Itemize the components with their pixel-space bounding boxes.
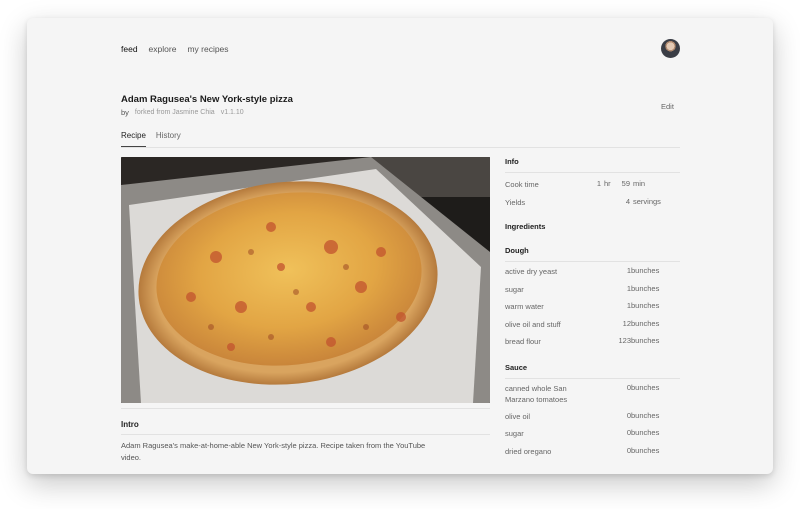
ingredient-section-sauce: Sauce canned whole San Marzano tomatoes … xyxy=(505,363,680,460)
ingredient-row: active dry yeast 1 bunches xyxy=(505,262,680,280)
byline-by: by xyxy=(121,108,129,117)
ingredient-row: canned whole San Marzano tomatoes 0 bunc… xyxy=(505,379,680,407)
ingredient-row: warm water 1 bunches xyxy=(505,297,680,315)
user-avatar[interactable] xyxy=(661,39,680,58)
ingredient-row: bread flour 123 bunches xyxy=(505,332,680,350)
nav-my-recipes[interactable]: my recipes xyxy=(187,44,228,54)
info-section: Info Cook time 1 hr 59 min Yields 4 serv… xyxy=(505,157,680,210)
yields-value: 4 xyxy=(625,196,630,206)
ingredient-row: sugar 1 bunches xyxy=(505,280,680,298)
ingredient-unit: bunches xyxy=(631,318,660,328)
recipe-photo xyxy=(121,157,490,403)
intro-heading: Intro xyxy=(121,408,490,429)
recipe-title: Adam Ragusea's New York-style pizza xyxy=(121,94,293,105)
ingredient-name: canned whole San Marzano tomatoes xyxy=(505,383,568,404)
ingredient-name: sugar xyxy=(505,429,524,438)
ingredient-row: olive oil and stuff 12 bunches xyxy=(505,315,680,333)
info-heading: Info xyxy=(505,157,519,166)
yields-unit: servings xyxy=(633,196,661,206)
yields-row: Yields 4 servings xyxy=(505,193,680,211)
yields-label: Yields xyxy=(505,197,526,207)
ingredient-unit: bunches xyxy=(631,428,660,437)
sauce-heading: Sauce xyxy=(505,362,528,372)
recipe-sidebar: Info Cook time 1 hr 59 min Yields 4 serv… xyxy=(505,157,680,474)
nav-feed[interactable]: feed xyxy=(121,44,138,54)
tab-history[interactable]: History xyxy=(156,131,181,147)
divider xyxy=(505,172,680,173)
ingredient-unit: bunches xyxy=(631,301,660,310)
ingredient-row: olive oil 0 bunches xyxy=(505,407,680,425)
ingredient-section-dough: Dough active dry yeast 1 bunches sugar 1… xyxy=(505,246,680,350)
ingredient-unit: bunches xyxy=(631,266,660,275)
top-nav: feed explore my recipes xyxy=(121,44,229,54)
cook-time-label: Cook time xyxy=(505,180,539,189)
version-label: v1.1.10 xyxy=(220,109,244,116)
cook-time-minutes: 59 xyxy=(621,179,630,188)
ingredient-qty: 12 xyxy=(622,318,631,328)
ingredient-qty: 123 xyxy=(618,336,631,345)
ingredients-heading: Ingredients xyxy=(505,222,546,231)
forked-from-link[interactable]: forked from Jasmine Chia xyxy=(135,109,215,116)
ingredient-unit: bunches xyxy=(631,410,660,420)
ingredient-row: dried oregano 0 bunches xyxy=(505,442,680,460)
nav-explore[interactable]: explore xyxy=(149,44,177,54)
ingredient-unit: bunches xyxy=(631,283,660,293)
ingredient-unit: bunches xyxy=(631,445,660,455)
byline: by forked from Jasmine Chia v1.1.10 xyxy=(121,108,244,117)
ingredient-name: warm water xyxy=(505,302,544,311)
recipe-tabs: Recipe History xyxy=(121,131,680,148)
cook-time-minutes-unit: min xyxy=(633,179,646,188)
dough-heading: Dough xyxy=(505,246,529,255)
cook-time-row: Cook time 1 hr 59 min xyxy=(505,175,680,193)
ingredient-name: bread flour xyxy=(505,337,541,346)
ingredient-unit: bunches xyxy=(631,382,660,392)
ingredient-name: dried oregano xyxy=(505,446,552,456)
intro-text: Adam Ragusea's make-at-home-able New Yor… xyxy=(121,441,426,462)
ingredient-unit: bunches xyxy=(631,336,660,345)
intro-divider xyxy=(121,434,490,435)
ingredient-row: sugar 0 bunches xyxy=(505,424,680,442)
ingredient-name: active dry yeast xyxy=(505,267,558,276)
cook-time-hours-unit: hr xyxy=(604,179,611,188)
ingredient-name: olive oil and stuff xyxy=(505,319,561,329)
edit-button[interactable]: Edit xyxy=(661,102,674,111)
ingredient-name: olive oil xyxy=(505,411,531,421)
app-window: feed explore my recipes Adam Ragusea's N… xyxy=(27,18,773,474)
tab-recipe[interactable]: Recipe xyxy=(121,131,146,147)
ingredient-name: sugar xyxy=(505,284,524,294)
cook-time-hours: 1 xyxy=(596,179,601,188)
